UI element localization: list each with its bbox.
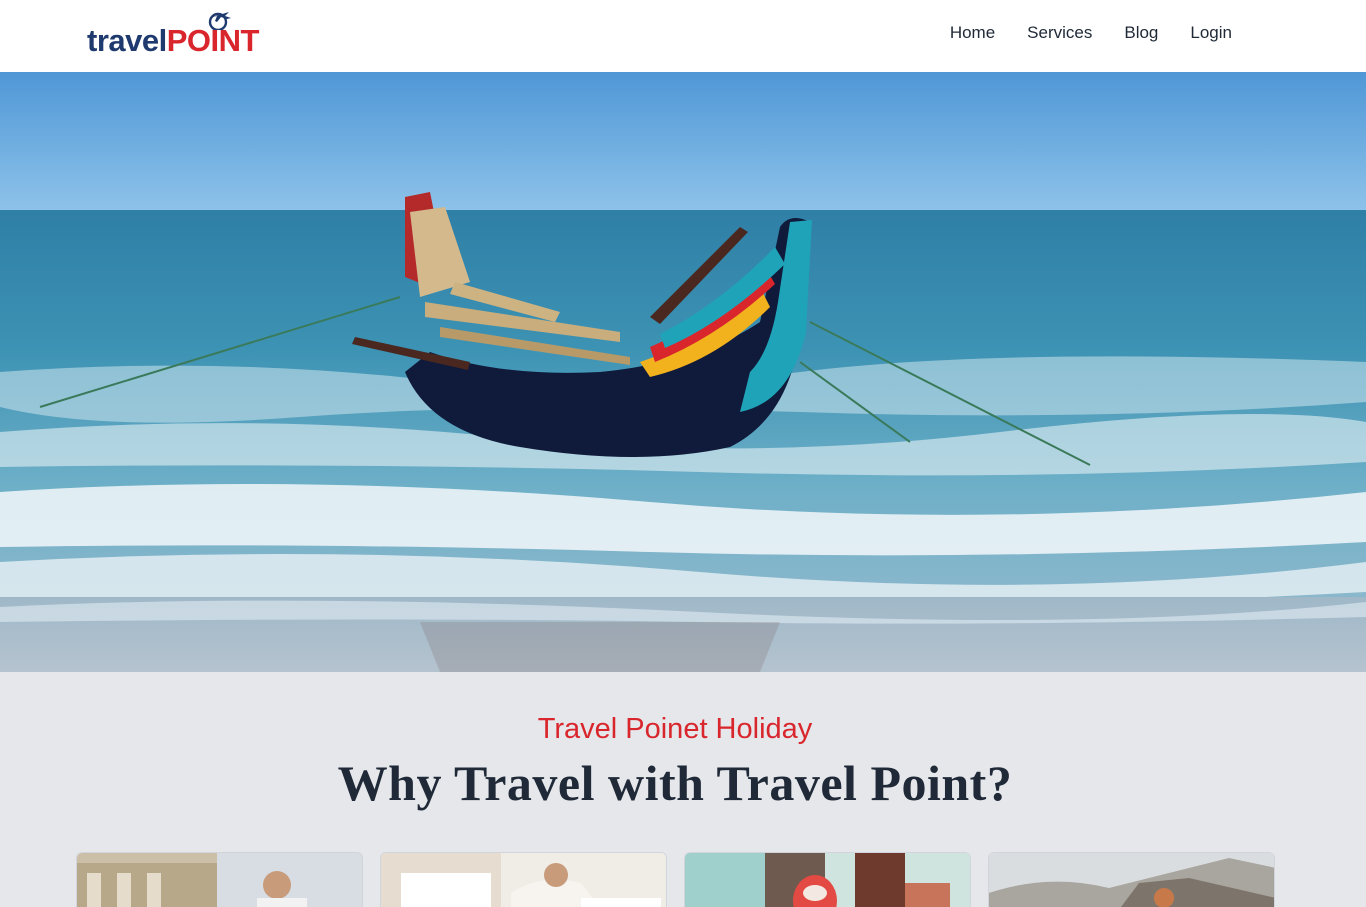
cliff-coast-photo bbox=[989, 853, 1274, 907]
why-section: Travel Poinet Holiday Why Travel with Tr… bbox=[0, 672, 1366, 907]
city-travelers-photo bbox=[77, 853, 362, 907]
site-header: travel POINT Home Services Blog Login bbox=[0, 0, 1366, 72]
plane-icon bbox=[208, 12, 231, 30]
laptop-desk-photo bbox=[381, 853, 666, 907]
main-nav: Home Services Blog Login bbox=[950, 22, 1232, 44]
feature-card[interactable] bbox=[76, 852, 363, 907]
feature-card[interactable] bbox=[684, 852, 971, 907]
beach-boat-photo bbox=[0, 72, 1366, 672]
logo-text-travel: travel bbox=[87, 23, 167, 58]
logo[interactable]: travel POINT bbox=[87, 8, 297, 64]
luggage-photo bbox=[685, 853, 970, 907]
feature-card[interactable] bbox=[380, 852, 667, 907]
nav-blog-link[interactable]: Blog bbox=[1124, 22, 1158, 44]
section-kicker: Travel Poinet Holiday bbox=[537, 713, 813, 745]
feature-cards bbox=[76, 852, 1275, 907]
hero-banner bbox=[0, 72, 1366, 672]
nav-login-link[interactable]: Login bbox=[1190, 22, 1232, 44]
nav-services-link[interactable]: Services bbox=[1027, 22, 1092, 44]
section-title: Why Travel with Travel Point? bbox=[337, 755, 1013, 811]
nav-home-link[interactable]: Home bbox=[950, 22, 995, 44]
feature-card[interactable] bbox=[988, 852, 1275, 907]
